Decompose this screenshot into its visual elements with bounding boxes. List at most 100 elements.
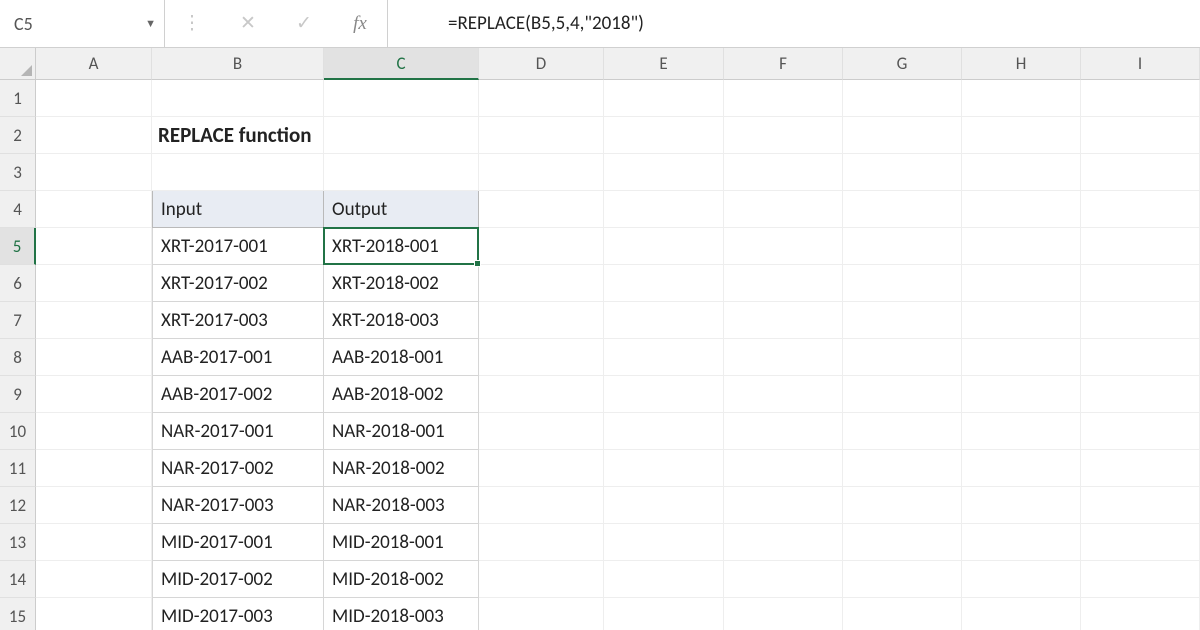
cell-I15[interactable] (1081, 598, 1200, 630)
dropdown-icon[interactable]: ▼ (145, 17, 156, 30)
cell-G8[interactable] (843, 339, 962, 376)
cell-I2[interactable] (1081, 117, 1200, 154)
cell-D4[interactable] (479, 191, 604, 228)
cell-F9[interactable] (724, 376, 843, 413)
cell-B1[interactable] (152, 80, 324, 117)
cell-D14[interactable] (479, 561, 604, 598)
cell-F13[interactable] (724, 524, 843, 561)
cell-H6[interactable] (962, 265, 1081, 302)
cell-I1[interactable] (1081, 80, 1200, 117)
cell-A10[interactable] (36, 413, 152, 450)
cell-C4[interactable]: Output (324, 191, 479, 228)
cell-D7[interactable] (479, 302, 604, 339)
cell-I14[interactable] (1081, 561, 1200, 598)
cell-G3[interactable] (843, 154, 962, 191)
cell-B4[interactable]: Input (152, 191, 324, 228)
cell-G2[interactable] (843, 117, 962, 154)
cell-C3[interactable] (324, 154, 479, 191)
cell-D1[interactable] (479, 80, 604, 117)
row-header-4[interactable]: 4 (0, 191, 36, 228)
cell-F4[interactable] (724, 191, 843, 228)
cell-H15[interactable] (962, 598, 1081, 630)
cell-F15[interactable] (724, 598, 843, 630)
row-header-12[interactable]: 12 (0, 487, 36, 524)
cell-H1[interactable] (962, 80, 1081, 117)
cell-E12[interactable] (604, 487, 724, 524)
cell-H5[interactable] (962, 228, 1081, 265)
cell-I3[interactable] (1081, 154, 1200, 191)
col-header-H[interactable]: H (962, 48, 1081, 80)
cell-C5[interactable]: XRT-2018-001 (324, 228, 479, 265)
cell-I7[interactable] (1081, 302, 1200, 339)
cell-B12[interactable]: NAR-2017-003 (152, 487, 324, 524)
cell-G14[interactable] (843, 561, 962, 598)
cell-A14[interactable] (36, 561, 152, 598)
row-header-14[interactable]: 14 (0, 561, 36, 598)
cell-I6[interactable] (1081, 265, 1200, 302)
cell-E2[interactable] (604, 117, 724, 154)
row-header-3[interactable]: 3 (0, 154, 36, 191)
cell-C7[interactable]: XRT-2018-003 (324, 302, 479, 339)
cell-C8[interactable]: AAB-2018-001 (324, 339, 479, 376)
cell-C12[interactable]: NAR-2018-003 (324, 487, 479, 524)
cell-A12[interactable] (36, 487, 152, 524)
cell-D11[interactable] (479, 450, 604, 487)
col-header-E[interactable]: E (604, 48, 724, 80)
cell-F2[interactable] (724, 117, 843, 154)
cell-A13[interactable] (36, 524, 152, 561)
cell-G1[interactable] (843, 80, 962, 117)
cell-B6[interactable]: XRT-2017-002 (152, 265, 324, 302)
cell-A6[interactable] (36, 265, 152, 302)
cell-A2[interactable] (36, 117, 152, 154)
cell-A1[interactable] (36, 80, 152, 117)
cell-E6[interactable] (604, 265, 724, 302)
cell-H3[interactable] (962, 154, 1081, 191)
row-header-13[interactable]: 13 (0, 524, 36, 561)
cell-A11[interactable] (36, 450, 152, 487)
cell-D6[interactable] (479, 265, 604, 302)
cell-H13[interactable] (962, 524, 1081, 561)
enter-icon[interactable]: ✓ (285, 12, 323, 35)
cell-I4[interactable] (1081, 191, 1200, 228)
cell-B3[interactable] (152, 154, 324, 191)
select-all-corner[interactable] (0, 48, 36, 80)
cell-G6[interactable] (843, 265, 962, 302)
cell-E1[interactable] (604, 80, 724, 117)
col-header-C[interactable]: C (324, 48, 479, 80)
cell-F12[interactable] (724, 487, 843, 524)
cell-F5[interactable] (724, 228, 843, 265)
cell-E3[interactable] (604, 154, 724, 191)
name-box[interactable]: C5 ▼ (0, 0, 165, 47)
cell-E11[interactable] (604, 450, 724, 487)
cell-H7[interactable] (962, 302, 1081, 339)
cell-E4[interactable] (604, 191, 724, 228)
col-header-B[interactable]: B (152, 48, 324, 80)
row-header-7[interactable]: 7 (0, 302, 36, 339)
cell-C2[interactable] (324, 117, 479, 154)
cell-G10[interactable] (843, 413, 962, 450)
row-header-15[interactable]: 15 (0, 598, 36, 630)
cell-E15[interactable] (604, 598, 724, 630)
cell-B10[interactable]: NAR-2017-001 (152, 413, 324, 450)
cell-G15[interactable] (843, 598, 962, 630)
row-header-6[interactable]: 6 (0, 265, 36, 302)
col-header-A[interactable]: A (36, 48, 152, 80)
cell-I5[interactable] (1081, 228, 1200, 265)
cell-I11[interactable] (1081, 450, 1200, 487)
cell-C10[interactable]: NAR-2018-001 (324, 413, 479, 450)
cell-D9[interactable] (479, 376, 604, 413)
cell-G11[interactable] (843, 450, 962, 487)
cell-A8[interactable] (36, 339, 152, 376)
cell-A7[interactable] (36, 302, 152, 339)
cell-G7[interactable] (843, 302, 962, 339)
cell-E10[interactable] (604, 413, 724, 450)
cell-B14[interactable]: MID-2017-002 (152, 561, 324, 598)
cell-C6[interactable]: XRT-2018-002 (324, 265, 479, 302)
cell-C9[interactable]: AAB-2018-002 (324, 376, 479, 413)
cell-D13[interactable] (479, 524, 604, 561)
cell-B8[interactable]: AAB-2017-001 (152, 339, 324, 376)
cell-E8[interactable] (604, 339, 724, 376)
cell-D2[interactable] (479, 117, 604, 154)
cell-A4[interactable] (36, 191, 152, 228)
cell-A5[interactable] (36, 228, 152, 265)
